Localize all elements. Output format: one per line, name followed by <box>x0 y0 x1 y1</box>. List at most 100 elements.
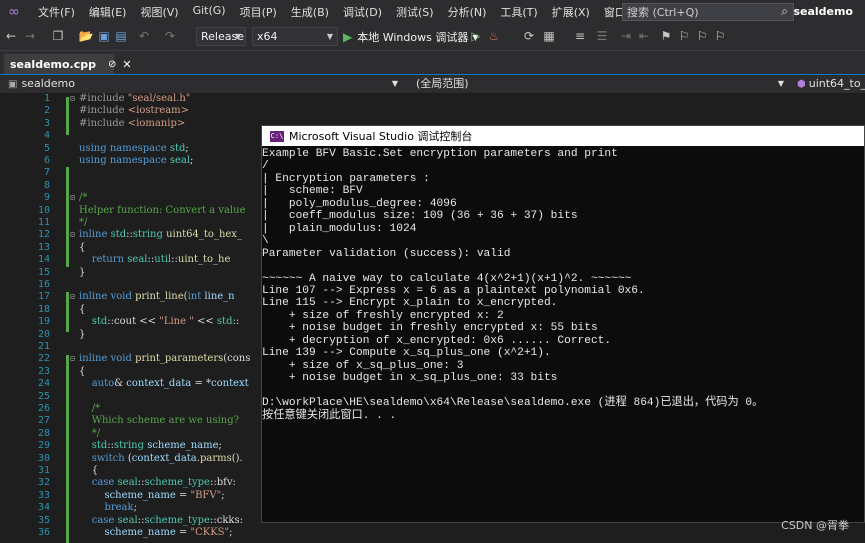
forward-icon[interactable]: → <box>22 28 38 44</box>
back-icon[interactable]: ← <box>3 28 19 44</box>
line-number: 28 <box>37 427 50 439</box>
menu-item[interactable]: 生成(B) <box>284 4 336 20</box>
comment-icon[interactable]: ≡ <box>572 28 588 44</box>
line-number: 30 <box>37 452 50 464</box>
menu-item[interactable]: 测试(S) <box>389 4 441 20</box>
console-line: + size of x_sq_plus_one: 3 <box>262 359 464 372</box>
menu-item[interactable]: 扩展(X) <box>545 4 597 20</box>
fold-toggle-icon[interactable]: ⊟ <box>70 192 75 204</box>
close-icon[interactable]: ✕ <box>122 58 131 71</box>
member-value: uint64_to_hex <box>808 77 865 90</box>
watermark: CSDN @胥拳 <box>781 519 849 532</box>
chevron-down-icon: ▼ <box>777 79 784 88</box>
code-text: Helper function: Convert a value <box>79 204 246 216</box>
code-text: using namespace seal; <box>79 155 194 166</box>
run-label: 本地 Windows 调试器 <box>357 31 469 44</box>
align-left-icon[interactable]: ☰ <box>594 28 610 44</box>
bookmark-clear-icon[interactable]: ⚐ <box>712 28 728 44</box>
save-all-icon[interactable]: ▤ <box>113 28 129 44</box>
fold-toggle-icon[interactable]: ⊟ <box>70 353 75 365</box>
menu-item[interactable]: 视图(V) <box>133 4 185 20</box>
debug-console-window[interactable]: C:\ Microsoft Visual Studio 调试控制台 Exampl… <box>261 125 865 523</box>
menu-item[interactable]: 文件(F) <box>31 4 82 20</box>
line-number: 16 <box>37 279 50 290</box>
navigation-bar: ▣sealdemo ▼ (全局范围) ▼ ⬢uint64_to_hex <box>0 75 865 93</box>
line-number: 11 <box>37 217 50 228</box>
code-text: #include <iostream> <box>79 105 190 117</box>
code-text: scheme_name = "CKKS"; <box>104 527 233 538</box>
start-without-debugging-icon[interactable]: ▷ <box>468 28 484 44</box>
platform-select[interactable]: x64 ▼ <box>252 27 338 46</box>
console-line: Line 107 --> Express x = 6 as a plaintex… <box>262 284 645 297</box>
new-project-icon[interactable]: ❐ <box>50 28 66 44</box>
line-number: 10 <box>37 204 50 216</box>
line-number: 7 <box>43 167 50 179</box>
line-number: 1 <box>43 93 50 104</box>
menu-item[interactable]: Git(G) <box>186 4 233 20</box>
console-line: + noise budget in freshly encrypted x: 5… <box>262 322 598 335</box>
document-tabs: sealdemo.cpp ⊘ ✕ <box>0 51 865 76</box>
pin-icon[interactable]: ⊘ <box>108 59 116 70</box>
undo-icon[interactable]: ↶ <box>136 28 152 44</box>
line-number: 5 <box>43 142 50 154</box>
line-number: 9 <box>43 192 50 204</box>
line-number: 2 <box>43 105 50 117</box>
console-line: | coeff_modulus size: 109 (36 + 36 + 37)… <box>262 210 578 223</box>
line-number: 14 <box>37 254 50 266</box>
menu-item[interactable]: 编辑(E) <box>82 4 134 20</box>
chevron-down-icon: ▼ <box>234 32 241 41</box>
save-icon[interactable]: ▣ <box>96 28 112 44</box>
menu-item[interactable]: 调试(D) <box>336 4 389 20</box>
bookmark-icon[interactable]: ⚑ <box>658 28 674 44</box>
code-text: using namespace std; <box>79 142 189 154</box>
line-number: 3 <box>43 117 50 129</box>
code-text: /* <box>79 192 88 204</box>
search-icon: ⌕ <box>781 4 788 18</box>
code-text: { <box>79 241 86 253</box>
code-text: auto& context_data = *context <box>91 378 249 390</box>
refresh-icon[interactable]: ⟳ <box>521 28 537 44</box>
line-number: 19 <box>37 316 50 328</box>
bookmark-prev-icon[interactable]: ⚐ <box>676 28 692 44</box>
tab-sealdemo-cpp[interactable]: sealdemo.cpp ⊘ ✕ <box>4 54 132 74</box>
code-text: */ <box>79 217 88 228</box>
code-text: break; <box>104 502 137 514</box>
search-input[interactable]: 搜索 (Ctrl+Q) ⌕ <box>622 3 794 21</box>
console-line: ~~~~~~ A naive way to calculate 4(x^2+1)… <box>262 272 632 285</box>
line-number: 27 <box>37 415 50 427</box>
line-number: 6 <box>43 155 50 166</box>
search-placeholder: 搜索 (Ctrl+Q) <box>627 6 699 19</box>
line-number: 31 <box>37 465 50 476</box>
code-text: std::string scheme_name; <box>91 440 222 452</box>
configuration-select[interactable]: Release ▼ <box>196 27 246 46</box>
window-layout-icon[interactable]: ▦ <box>541 28 557 44</box>
line-number: 20 <box>37 328 50 340</box>
redo-icon[interactable]: ↷ <box>162 28 178 44</box>
scope-select[interactable]: (全局范围) ▼ <box>416 75 786 93</box>
project-select[interactable]: ▣ sealdemo ▼ <box>8 75 400 93</box>
indent-icon[interactable]: ⇥ <box>618 28 634 44</box>
member-select[interactable]: ⬢uint64_to_hex <box>797 75 865 93</box>
hot-reload-icon[interactable]: ♨ <box>486 28 502 44</box>
fold-toggle-icon[interactable]: ⊟ <box>70 291 75 303</box>
start-debugging-button[interactable]: ▶ 本地 Windows 调试器 ▼ <box>343 28 479 46</box>
open-folder-icon[interactable]: 📂 <box>78 28 94 44</box>
fold-toggle-icon[interactable]: ⊟ <box>70 229 75 241</box>
code-text: #include "seal/seal.h" <box>79 93 191 104</box>
outdent-icon[interactable]: ⇤ <box>636 28 652 44</box>
console-title-bar[interactable]: C:\ Microsoft Visual Studio 调试控制台 <box>262 126 864 146</box>
code-text: case seal::scheme_type::bfv: <box>91 477 236 489</box>
console-line: | plain_modulus: 1024 <box>262 222 417 235</box>
line-number: 17 <box>37 291 50 303</box>
bookmark-next-icon[interactable]: ⚐ <box>694 28 710 44</box>
function-icon: ⬢ <box>797 79 806 90</box>
fold-toggle-icon[interactable]: ⊟ <box>70 93 75 105</box>
menu-item[interactable]: 工具(T) <box>493 4 544 20</box>
menu-item[interactable]: 分析(N) <box>441 4 494 20</box>
menu-item[interactable]: 项目(P) <box>233 4 284 20</box>
standard-toolbar: ← → ❐ 📂 ▣ ▤ ↶ ↷ Release ▼ x64 ▼ ▶ 本地 Windo… <box>0 24 865 51</box>
visual-studio-logo-icon[interactable]: ∞ <box>3 3 25 21</box>
code-text: case seal::scheme_type::ckks: <box>91 514 243 526</box>
